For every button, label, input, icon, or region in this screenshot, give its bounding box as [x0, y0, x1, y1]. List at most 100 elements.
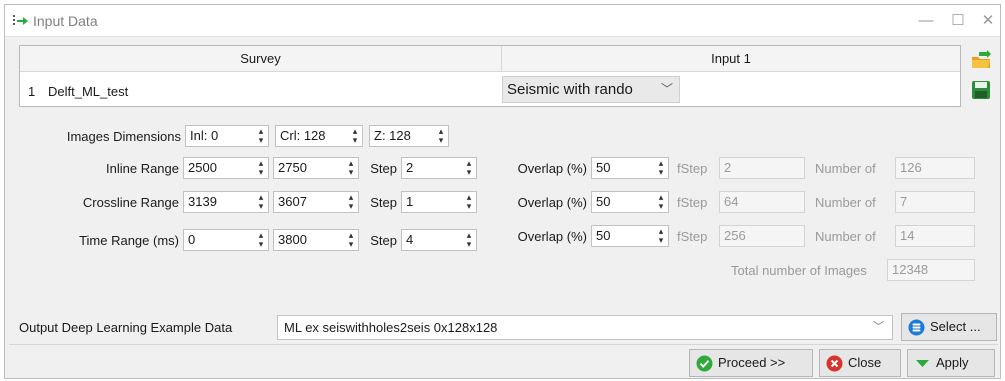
proceed-button-label: Proceed >> — [718, 355, 786, 370]
open-folder-icon[interactable] — [970, 49, 992, 71]
z-dimension-value: Z: 128 — [374, 128, 411, 143]
spin-arrows-icon[interactable]: ▴ ▾ — [463, 159, 475, 177]
input-selector[interactable]: Seismic with rando ﹀ — [502, 76, 680, 103]
select-button[interactable]: Select ... — [901, 313, 997, 341]
inline-step-label: Step — [370, 161, 397, 176]
close-window-button[interactable]: ✕ — [977, 11, 999, 31]
crossline-to-value: 3607 — [278, 194, 307, 209]
images-dimensions-label: Images Dimensions — [66, 129, 181, 144]
save-disk-icon[interactable] — [970, 79, 992, 101]
inline-step-value: 2 — [406, 160, 414, 175]
z-dimension-spinbox[interactable]: Z: 128 ▴ ▾ — [369, 125, 449, 147]
input-selector-value: Seismic with rando — [507, 81, 633, 98]
spin-arrows-icon[interactable]: ▴ ▾ — [655, 227, 667, 245]
minimize-button[interactable]: — — [915, 11, 937, 31]
input-data-dialog: Input Data — ☐ ✕ Survey Input 1 1 Delft_… — [4, 4, 1001, 379]
inline-overlap-label: Overlap (%) — [517, 161, 587, 176]
time-overlap-value: 50 — [596, 228, 611, 243]
check-circle-icon — [696, 355, 713, 372]
inline-overlap-value: 50 — [596, 160, 611, 175]
inline-fstep-field: 2 — [719, 157, 805, 179]
spin-arrows-icon[interactable]: ▴ ▾ — [463, 193, 475, 211]
crossline-fstep-label: fStep — [677, 195, 708, 210]
time-overlap-spinbox[interactable]: 50 ▴ ▾ — [591, 225, 669, 247]
inline-number-label: Number of — [815, 161, 876, 176]
inline-overlap-spinbox[interactable]: 50 ▴ ▾ — [591, 157, 669, 179]
crossline-overlap-value: 50 — [596, 194, 611, 209]
crossline-step-spinbox[interactable]: 1 ▴ ▾ — [401, 191, 477, 213]
crossline-fstep-field: 64 — [719, 191, 805, 213]
spin-arrows-icon[interactable]: ▴ ▾ — [345, 231, 357, 249]
input-arrow-icon — [13, 15, 28, 25]
crossline-range-label: Crossline Range — [82, 195, 179, 210]
spin-arrows-icon[interactable]: ▴ ▾ — [345, 193, 357, 211]
time-number-field: 14 — [895, 225, 975, 247]
spin-arrows-icon[interactable]: ▴ ▾ — [345, 159, 357, 177]
crossline-overlap-label: Overlap (%) — [517, 195, 587, 210]
column-header-input1: Input 1 — [502, 46, 960, 72]
chevron-down-icon[interactable]: ﹀ — [873, 316, 884, 339]
spin-arrows-icon[interactable]: ▴ ▾ — [655, 193, 667, 211]
divider — [9, 344, 998, 345]
time-from-value: 0 — [188, 232, 196, 247]
time-from-spinbox[interactable]: 0 ▴ ▾ — [183, 229, 269, 251]
green-triangle-icon — [916, 360, 929, 367]
inline-number-field: 126 — [895, 157, 975, 179]
spin-arrows-icon[interactable]: ▴ ▾ — [435, 127, 447, 145]
apply-button-label: Apply — [936, 355, 969, 370]
crossline-from-spinbox[interactable]: 3139 ▴ ▾ — [183, 191, 269, 213]
survey-name-cell: Delft_ML_test — [48, 84, 129, 99]
inline-fstep-label: fStep — [677, 161, 708, 176]
spin-arrows-icon[interactable]: ▴ ▾ — [463, 231, 475, 249]
window-title: Input Data — [33, 13, 98, 29]
crossline-step-label: Step — [370, 195, 397, 210]
proceed-button[interactable]: Proceed >> — [689, 349, 813, 377]
spin-arrows-icon[interactable]: ▴ ▾ — [655, 159, 667, 177]
spin-arrows-icon[interactable]: ▴ ▾ — [255, 127, 267, 145]
crossline-overlap-spinbox[interactable]: 50 ▴ ▾ — [591, 191, 669, 213]
inl-dimension-value: Inl: 0 — [190, 128, 219, 143]
row-number: 1 — [28, 84, 36, 99]
time-to-value: 3800 — [278, 232, 307, 247]
crl-dimension-value: Crl: 128 — [280, 128, 326, 143]
total-images-field: 12348 — [887, 259, 975, 281]
time-step-label: Step — [370, 233, 397, 248]
crossline-number-label: Number of — [815, 195, 876, 210]
database-icon — [908, 319, 925, 336]
column-header-survey: Survey — [20, 46, 502, 72]
maximize-button[interactable]: ☐ — [947, 11, 969, 31]
input-table: Survey Input 1 1 Delft_ML_test Seismic w… — [19, 45, 961, 107]
inline-to-value: 2750 — [278, 160, 307, 175]
time-range-label: Time Range (ms) — [79, 233, 179, 248]
crossline-to-spinbox[interactable]: 3607 ▴ ▾ — [273, 191, 359, 213]
time-step-spinbox[interactable]: 4 ▴ ▾ — [401, 229, 477, 251]
time-number-label: Number of — [815, 229, 876, 244]
output-dataset-field[interactable]: ML ex seiswithholes2seis 0x128x128 ﹀ — [277, 315, 893, 340]
spin-arrows-icon[interactable]: ▴ ▾ — [349, 127, 361, 145]
output-dataset-value: ML ex seiswithholes2seis 0x128x128 — [284, 320, 498, 335]
spin-arrows-icon[interactable]: ▴ ▾ — [255, 231, 267, 249]
spin-arrows-icon[interactable]: ▴ ▾ — [255, 159, 267, 177]
inline-from-spinbox[interactable]: 2500 ▴ ▾ — [183, 157, 269, 179]
time-overlap-label: Overlap (%) — [517, 229, 587, 244]
time-to-spinbox[interactable]: 3800 ▴ ▾ — [273, 229, 359, 251]
output-label: Output Deep Learning Example Data — [19, 320, 233, 335]
crossline-number-field: 7 — [895, 191, 975, 213]
title-bar: Input Data — ☐ ✕ — [5, 5, 1000, 37]
crossline-from-value: 3139 — [188, 194, 217, 209]
chevron-down-icon: ﹀ — [660, 82, 673, 96]
inline-step-spinbox[interactable]: 2 ▴ ▾ — [401, 157, 477, 179]
close-button[interactable]: Close — [819, 349, 901, 377]
inline-from-value: 2500 — [188, 160, 217, 175]
time-step-value: 4 — [406, 232, 414, 247]
inl-dimension-spinbox[interactable]: Inl: 0 ▴ ▾ — [185, 125, 269, 147]
select-button-label: Select ... — [930, 319, 981, 334]
inline-to-spinbox[interactable]: 2750 ▴ ▾ — [273, 157, 359, 179]
apply-button[interactable]: Apply — [907, 349, 995, 377]
total-images-label: Total number of Images — [731, 263, 867, 278]
spin-arrows-icon[interactable]: ▴ ▾ — [255, 193, 267, 211]
time-fstep-field: 256 — [719, 225, 805, 247]
inline-range-label: Inline Range — [106, 161, 179, 176]
close-button-label: Close — [848, 355, 882, 370]
crl-dimension-spinbox[interactable]: Crl: 128 ▴ ▾ — [275, 125, 363, 147]
